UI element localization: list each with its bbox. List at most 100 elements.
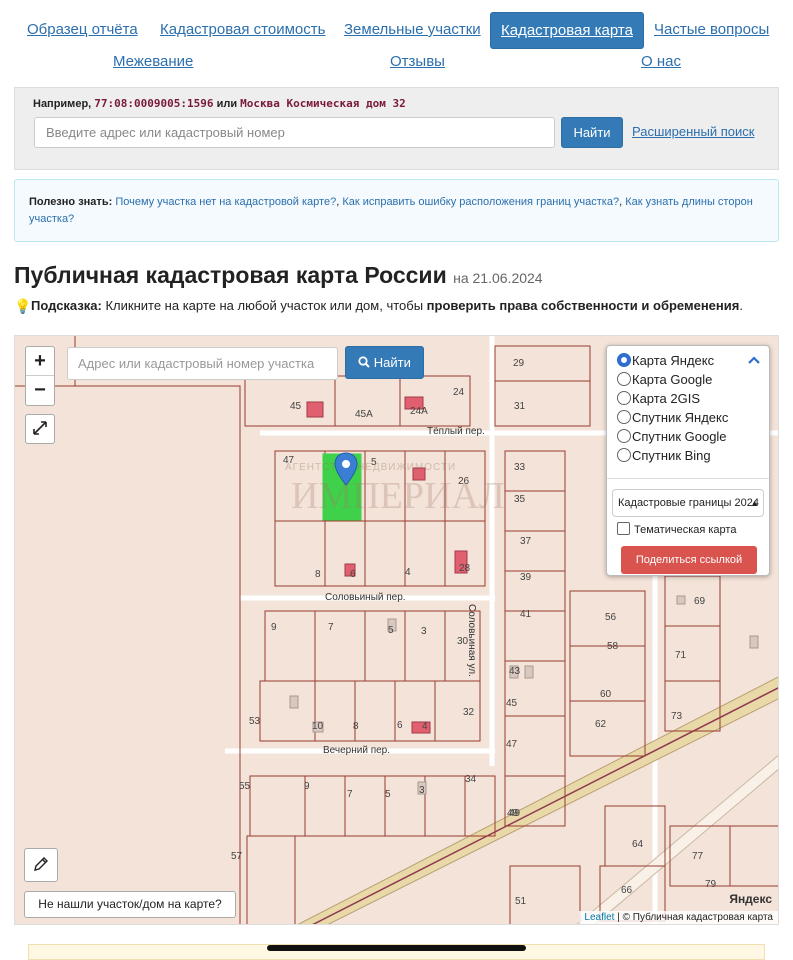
page-title: Публичная кадастровая карта России на 21…	[14, 262, 543, 288]
street-label: Соловьиный пер.	[325, 592, 406, 603]
map-marker-icon[interactable]	[334, 452, 358, 486]
layer-google-satellite[interactable]: Спутник Google	[617, 428, 727, 446]
nav-sample-report[interactable]: Образец отчёта	[27, 21, 138, 38]
parcel-number: 51	[515, 896, 527, 907]
parcel-number: 45А	[355, 409, 373, 420]
layer-yandex-map[interactable]: Карта Яндекс	[617, 352, 714, 370]
parcel-number: 73	[671, 711, 683, 722]
parcel-number: 57	[231, 851, 243, 862]
parcel-number: 4	[405, 567, 411, 578]
advanced-search-link[interactable]: Расширенный поиск	[632, 124, 754, 139]
parcel-number: 53	[249, 716, 261, 727]
nav-cadastral-map[interactable]: Кадастровая карта	[490, 12, 644, 49]
draw-button[interactable]	[24, 848, 58, 882]
fullscreen-button[interactable]	[25, 414, 55, 444]
parcel-number: 69	[694, 596, 706, 607]
layer-google-map[interactable]: Карта Google	[617, 371, 712, 389]
parcel-number: 71	[675, 650, 687, 661]
yandex-logo: Яндекс	[729, 892, 772, 906]
parcel-number: 66	[621, 885, 633, 896]
radio-icon[interactable]	[617, 372, 631, 386]
search-button[interactable]: Найти	[561, 117, 623, 148]
parcel-number: 62	[595, 719, 607, 730]
parcel-number: 24	[453, 387, 465, 398]
parcel-number: 55	[239, 781, 251, 792]
parcel-number: 33	[514, 462, 526, 473]
map-attribution: Leaflet | © Публичная кадастровая карта	[579, 911, 778, 924]
layers-panel: Карта Яндекс Карта Google Карта 2GIS Спу…	[606, 345, 770, 576]
radio-icon[interactable]	[617, 353, 631, 367]
layer-2gis-map[interactable]: Карта 2GIS	[617, 390, 700, 408]
parcel-number: 29	[513, 358, 525, 369]
search-input[interactable]	[34, 117, 555, 148]
nav-faq[interactable]: Частые вопросы	[654, 21, 769, 38]
cadastral-layer-select[interactable]: Кадастровые границы 2024 ▲	[612, 489, 764, 517]
parcel-number: 5	[388, 625, 394, 636]
top-nav: Образец отчёта Кадастровая стоимость Зем…	[0, 0, 793, 80]
radio-icon[interactable]	[617, 410, 631, 424]
search-panel: Например, 77:08:0009005:1596 или Москва …	[14, 87, 779, 170]
parcel-number: 58	[607, 641, 619, 652]
pencil-icon	[34, 857, 48, 871]
checkbox[interactable]	[617, 522, 630, 535]
street-label: Тёплый пер.	[427, 426, 485, 437]
info-link-fix-borders[interactable]: Как исправить ошибку расположения границ…	[342, 196, 619, 208]
useful-info: Полезно знать: Почему участка нет на кад…	[14, 179, 779, 242]
parcel-number: 64	[632, 839, 644, 850]
zoom-out-button[interactable]: −	[26, 376, 54, 405]
parcel-number: 7	[328, 622, 334, 633]
map-search-button[interactable]: Найти	[345, 346, 424, 379]
parcel-number: 4	[422, 721, 428, 732]
parcel-number: 79	[705, 879, 717, 890]
share-link-button[interactable]: Поделиться ссылкой	[621, 546, 757, 574]
nav-surveying[interactable]: Межевание	[113, 53, 193, 70]
parcel-number: 37	[520, 536, 532, 547]
search-example: Например, 77:08:0009005:1596 или Москва …	[33, 97, 406, 110]
info-link-missing-plot[interactable]: Почему участка нет на кадастровой карте?	[115, 196, 336, 208]
parcel-number: 6	[350, 569, 356, 580]
expand-icon	[33, 421, 47, 435]
parcel-number: 5	[385, 789, 391, 800]
leaflet-link[interactable]: Leaflet	[584, 912, 614, 923]
parcel-number: 7	[347, 789, 353, 800]
nav-about[interactable]: О нас	[641, 53, 681, 70]
map-search-input[interactable]	[67, 347, 338, 380]
layer-bing-satellite[interactable]: Спутник Bing	[617, 447, 711, 465]
search-icon	[358, 356, 370, 368]
zoom-in-button[interactable]: +	[26, 347, 54, 376]
parcel-number: 60	[600, 689, 612, 700]
parcel-number: 8	[315, 569, 321, 580]
parcel-number: 9	[271, 622, 277, 633]
radio-icon[interactable]	[617, 429, 631, 443]
thematic-map-toggle[interactable]: Тематическая карта	[617, 522, 736, 536]
page-date: на 21.06.2024	[453, 270, 543, 286]
layer-yandex-satellite[interactable]: Спутник Яндекс	[617, 409, 728, 427]
cadastral-map[interactable]: Тёплый пер. Соловьиный пер. Вечерний пер. С…	[14, 335, 779, 925]
chevron-up-icon[interactable]	[748, 356, 760, 364]
parcel-number: 9	[304, 781, 310, 792]
radio-icon[interactable]	[617, 448, 631, 462]
nav-reviews[interactable]: Отзывы	[390, 53, 445, 70]
watermark-logo: ИМПЕРИАЛ	[291, 475, 505, 517]
nav-cadastral-value[interactable]: Кадастровая стоимость	[160, 21, 325, 38]
parcel-number: 56	[605, 612, 617, 623]
parcel-number: 8	[353, 721, 359, 732]
parcel-number: 49	[507, 808, 519, 819]
parcel-number: 41	[520, 609, 532, 620]
parcel-number: 31	[514, 401, 526, 412]
not-found-button[interactable]: Не нашли участок/дом на карте?	[24, 891, 236, 918]
divider	[607, 478, 769, 479]
parcel-number: 3	[421, 626, 427, 637]
parcel-number: 28	[459, 563, 471, 574]
parcel-number: 77	[692, 851, 704, 862]
parcel-number: 6	[397, 720, 403, 731]
radio-icon[interactable]	[617, 391, 631, 405]
nav-land-plots[interactable]: Земельные участки	[344, 21, 481, 38]
select-arrows-icon: ▲	[750, 498, 759, 508]
example-cadastral-number[interactable]: 77:08:0009005:1596	[94, 97, 213, 110]
parcel-number: 45	[290, 401, 302, 412]
example-address[interactable]: Москва Космическая дом 32	[240, 97, 406, 110]
hint: 💡Подсказка: Кликните на карте на любой у…	[14, 298, 743, 314]
street-label: Вечерний пер.	[323, 745, 391, 756]
parcel-number: 24А	[410, 406, 428, 417]
